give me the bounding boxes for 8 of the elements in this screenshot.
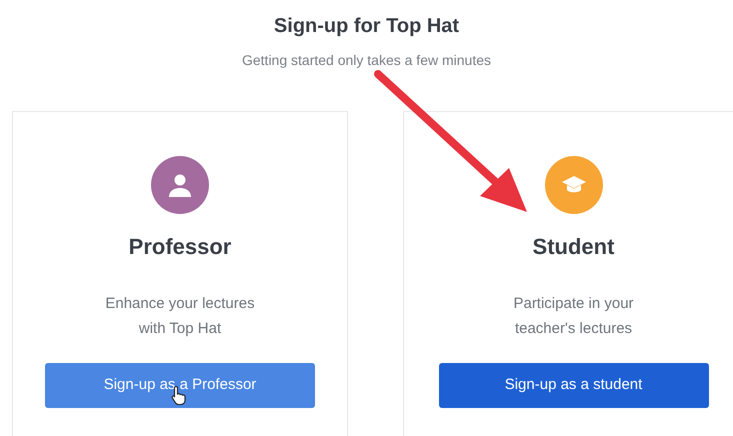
role-description: Enhance your lectures with Top Hat [104, 294, 256, 339]
role-title: Student [532, 233, 614, 261]
signup-button[interactable]: Sign-up as a student [438, 363, 708, 408]
role-description: Participate in your teacher's lectures [512, 294, 635, 339]
role-title: Professor [128, 233, 232, 261]
page-subtitle: Getting started only takes a few minutes [240, 51, 492, 70]
page-title: Sign-up for Top Hat [272, 14, 460, 38]
signup-button[interactable]: Sign-up as a Professor [45, 363, 315, 408]
